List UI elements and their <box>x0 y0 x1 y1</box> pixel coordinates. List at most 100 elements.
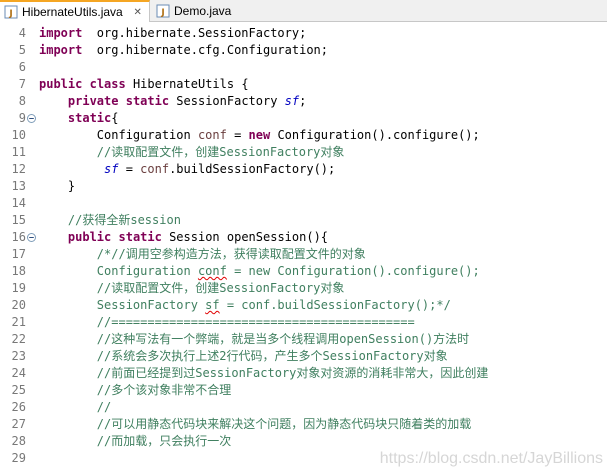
line-number: 14 <box>11 196 26 210</box>
code-line: 24 //前面已经提到过SessionFactory对象对资源的消耗非常大，因此… <box>0 365 607 382</box>
line-number: 16 <box>11 230 26 244</box>
code-line: 28 //而加载，只会执行一次 <box>0 433 607 450</box>
line-number: 20 <box>11 298 26 312</box>
code-text: sf = conf.buildSessionFactory(); <box>39 161 335 178</box>
line-number: 8 <box>18 94 26 108</box>
code-token: import <box>39 43 83 57</box>
code-line: 6 <box>0 59 607 76</box>
code-token: static <box>118 230 162 244</box>
code-token: conf <box>197 128 227 142</box>
code-line: 18 Configuration conf = new Configuratio… <box>0 263 607 280</box>
code-line: 8 private static SessionFactory sf; <box>0 93 607 110</box>
code-line: 12 sf = conf.buildSessionFactory(); <box>0 161 607 178</box>
code-token: HibernateUtils { <box>125 77 249 91</box>
code-text: //可以用静态代码块来解决这个问题，因为静态代码块只随着类的加载 <box>39 416 471 433</box>
code-token: //读取配置文件，创建SessionFactory对象 <box>96 281 345 295</box>
svg-text:J: J <box>160 8 164 18</box>
code-text: //而加载，只会执行一次 <box>39 433 231 450</box>
code-line: 7 public class HibernateUtils { <box>0 76 607 93</box>
code-token: import <box>39 26 83 40</box>
line-number: 9 <box>18 111 26 125</box>
code-token: static <box>67 111 112 125</box>
code-text: Configuration conf = new Configuration()… <box>39 263 480 280</box>
code-token: private <box>67 94 119 108</box>
code-text: private static SessionFactory sf; <box>39 93 306 110</box>
code-text: public static Session openSession(){ <box>39 229 328 246</box>
code-line: 4 import org.hibernate.SessionFactory; <box>0 25 607 42</box>
code-token: /*//调用空参构造方法，获得读取配置文件的对象 <box>96 247 366 261</box>
code-token: new <box>248 128 271 142</box>
code-line: 27 //可以用静态代码块来解决这个问题，因为静态代码块只随着类的加载 <box>0 416 607 433</box>
line-number: 19 <box>11 281 26 295</box>
code-token: SessionFactory <box>169 94 285 108</box>
code-token: sf <box>205 298 220 312</box>
line-number: 12 <box>11 162 26 176</box>
line-number: 21 <box>11 315 26 329</box>
watermark: https://blog.csdn.net/JayBillions <box>379 450 603 467</box>
tab-hibernateutils[interactable]: J HibernateUtils.java ✕ <box>0 0 150 22</box>
fold-toggle-icon[interactable] <box>27 233 36 242</box>
java-file-icon: J <box>156 4 170 18</box>
code-token: //多个该对象非常不合理 <box>96 383 232 397</box>
code-line: 17 /*//调用空参构造方法，获得读取配置文件的对象 <box>0 246 607 263</box>
code-token: .buildSessionFactory(); <box>169 162 336 176</box>
code-token: = <box>226 128 249 142</box>
code-line: 21 //===================================… <box>0 314 607 331</box>
code-token: = new Configuration().configure(); <box>226 264 480 278</box>
code-line: 19 //读取配置文件，创建SessionFactory对象 <box>0 280 607 297</box>
line-number: 22 <box>11 332 26 346</box>
code-editor[interactable]: 4 import org.hibernate.SessionFactory; 5 im… <box>0 22 607 467</box>
code-token: SessionFactory <box>96 298 206 312</box>
code-token: ; <box>299 94 307 108</box>
code-line: 25 //多个该对象非常不合理 <box>0 382 607 399</box>
code-text: //前面已经提到过SessionFactory对象对资源的消耗非常大，因此创建 <box>39 365 489 382</box>
line-number: 18 <box>11 264 26 278</box>
code-token: Configuration <box>39 128 198 142</box>
tab-label: Demo.java <box>174 3 232 18</box>
code-token: //前面已经提到过SessionFactory对象对资源的消耗非常大，因此创建 <box>96 366 489 380</box>
line-number: 25 <box>11 383 26 397</box>
code-line: 20 SessionFactory sf = conf.buildSession… <box>0 297 607 314</box>
code-token: //可以用静态代码块来解决这个问题，因为静态代码块只随着类的加载 <box>96 417 472 431</box>
fold-toggle-icon[interactable] <box>27 114 36 123</box>
svg-text:J: J <box>8 9 12 19</box>
code-text: //系统会多次执行上述2行代码，产生多个SessionFactory对象 <box>39 348 448 365</box>
line-number: 10 <box>11 128 26 142</box>
line-number: 6 <box>18 60 26 74</box>
code-token: conf <box>140 162 170 176</box>
code-token: //获得全新session <box>67 213 181 227</box>
code-token: public <box>67 230 112 244</box>
code-token: } <box>39 179 76 193</box>
code-line: 23 //系统会多次执行上述2行代码，产生多个SessionFactory对象 <box>0 348 607 365</box>
code-token: org.hibernate.cfg.Configuration; <box>82 43 328 57</box>
code-token: org.hibernate.SessionFactory; <box>82 26 307 40</box>
code-text: import org.hibernate.SessionFactory; <box>39 25 306 42</box>
code-line: 26 // <box>0 399 607 416</box>
code-line: 11 //读取配置文件，创建SessionFactory对象 <box>0 144 607 161</box>
close-tab-icon[interactable]: ✕ <box>133 7 143 18</box>
tab-demo[interactable]: J Demo.java <box>152 0 247 21</box>
code-token: class <box>89 77 126 91</box>
code-token: conf <box>197 264 227 278</box>
line-number: 11 <box>11 145 26 159</box>
code-text: SessionFactory sf = conf.buildSessionFac… <box>39 297 451 314</box>
code-line: 9 static{ <box>0 110 607 127</box>
code-token: //而加载，只会执行一次 <box>96 434 232 448</box>
code-token: public <box>39 77 83 91</box>
code-text: static{ <box>39 110 119 127</box>
code-token: //======================================… <box>96 315 415 329</box>
